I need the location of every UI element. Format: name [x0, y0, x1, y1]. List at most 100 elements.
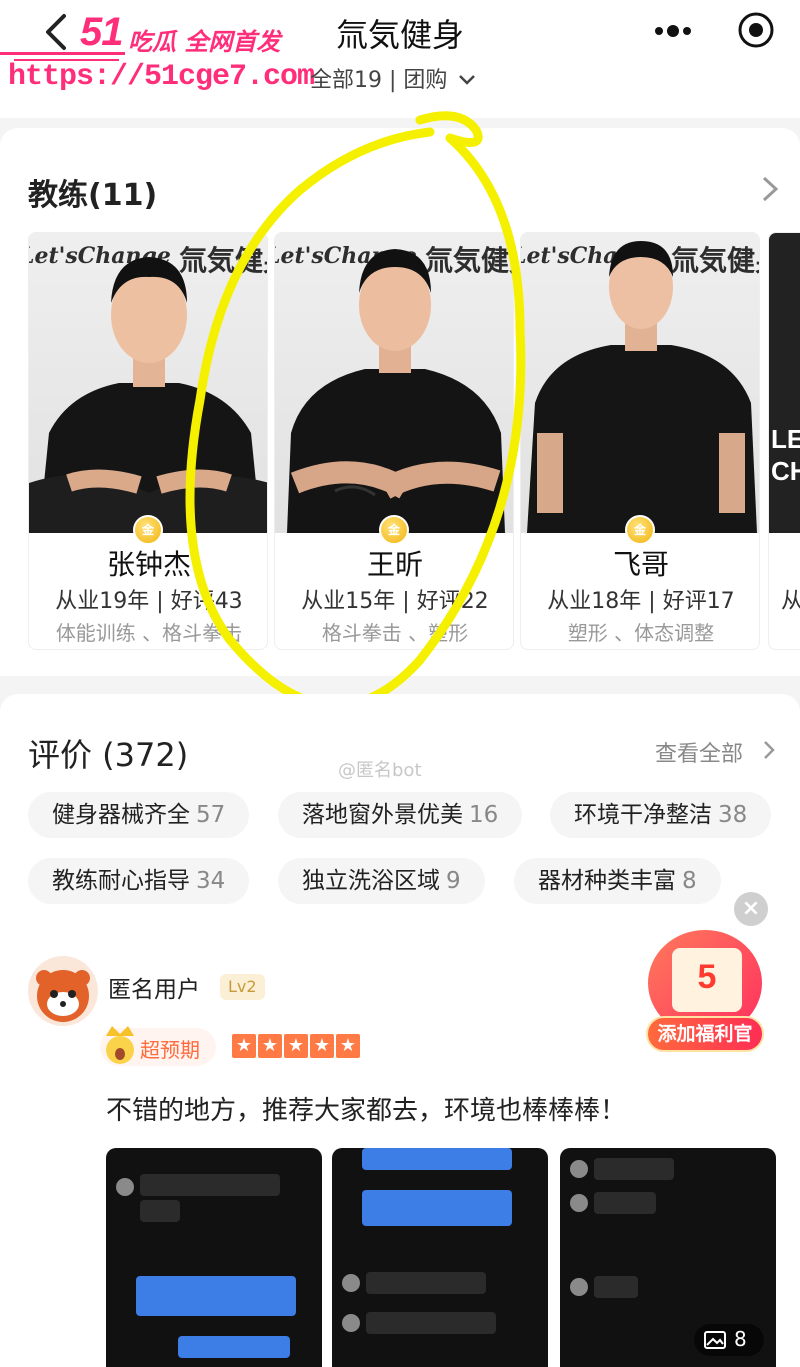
wall-slogan: LE CH	[771, 424, 800, 486]
subtitle-text: 全部19 | 团购	[310, 68, 448, 93]
chat-bubble	[140, 1174, 280, 1196]
chevron-down-icon	[459, 75, 476, 85]
coach-name: 王昕	[366, 548, 423, 581]
chat-bubble	[136, 1276, 296, 1316]
red-panda-avatar-icon	[36, 970, 90, 1022]
chat-bubble	[178, 1336, 290, 1358]
review-tag[interactable]: 独立洗浴区域 9	[278, 858, 485, 904]
star-icon: ★	[336, 1034, 360, 1058]
star-icon: ★	[232, 1034, 256, 1058]
coach-figure	[527, 241, 757, 533]
star-icon: ★	[258, 1034, 282, 1058]
chat-bubble	[594, 1158, 674, 1180]
coach-stats: 从业15年 | 好评22	[301, 589, 489, 614]
coach-tags: 体能训练 、格斗拳击	[55, 621, 243, 645]
review-tag[interactable]: 落地窗外景优美 16	[278, 792, 523, 838]
tag-count: 16	[469, 802, 499, 828]
expectation-text: 超预期	[140, 1038, 200, 1062]
coach-card-3[interactable]: Let'sChange 氚気健身 金 飞哥 从业18年 | 好评17 塑形 、体…	[520, 232, 760, 650]
photo-count-badge[interactable]: 8	[694, 1324, 764, 1356]
coach-tags: 格斗拳击 、塑形	[321, 621, 469, 645]
tag-label: 器材种类丰富	[538, 868, 676, 894]
tag-count: 34	[196, 868, 226, 894]
coach-photo	[769, 233, 800, 533]
coach-card-2[interactable]: Let'sChange 氚気健身 金 王昕 从业15年 | 好评22 格斗拳击 …	[274, 232, 514, 650]
expectation-badge: 超预期	[100, 1026, 216, 1066]
rating-stars: ★ ★ ★ ★ ★	[232, 1034, 362, 1060]
chat-bubble	[362, 1190, 512, 1226]
reviews-title: 评价 (372)	[28, 736, 189, 774]
coach-section-title: 教练(11)	[28, 178, 158, 213]
chat-avatar	[342, 1314, 360, 1332]
welfare-amount: 5	[697, 958, 717, 996]
coach-tags: 塑形 、体态调整	[567, 621, 715, 645]
coach-photo: Let'sChange 氚気健身	[275, 233, 513, 533]
star-icon: ★	[284, 1034, 308, 1058]
level-badge: Lv2	[220, 974, 265, 1000]
review-tag[interactable]: 教练耐心指导 34	[28, 858, 250, 904]
chat-avatar	[570, 1160, 588, 1178]
coach-name: 飞哥	[612, 548, 669, 581]
chat-bubble	[366, 1272, 486, 1294]
chat-bubble	[594, 1192, 656, 1214]
welfare-button[interactable]: 添加福利官	[646, 1016, 764, 1052]
store-title: 氚気健身	[336, 16, 465, 54]
star-icon: ★	[310, 1034, 334, 1058]
chat-avatar	[570, 1278, 588, 1296]
coach-name: 张钟杰	[106, 548, 191, 581]
chat-avatar	[570, 1194, 588, 1212]
watermark-slogan: 吃瓜 全网首发	[128, 28, 281, 56]
review-photo-1[interactable]	[106, 1148, 322, 1367]
chat-avatar	[342, 1274, 360, 1292]
chat-avatar	[116, 1178, 134, 1196]
tag-count: 38	[718, 802, 748, 828]
more-options-icon[interactable]	[650, 16, 696, 46]
coach-stats: 从业18年 | 好评17	[547, 589, 735, 614]
red-packet-icon: 5	[672, 948, 742, 1012]
reviewer-name[interactable]: 匿名用户	[108, 970, 200, 1004]
close-miniprogram-icon[interactable]	[736, 10, 776, 50]
close-icon[interactable]: ×	[734, 892, 768, 926]
gold-medal-icon: 金	[133, 515, 163, 545]
coach-photo: Let'sChange 氚気健身	[521, 233, 759, 533]
review-tag[interactable]: 健身器械齐全 57	[28, 792, 250, 838]
source-watermark: @匿名bot	[338, 760, 422, 781]
tag-count: 8	[682, 868, 697, 894]
watermark-url: https://51cge7.com	[8, 60, 315, 94]
review-tag[interactable]: 环境干净整洁 38	[550, 792, 772, 838]
view-all-link[interactable]: 查看全部	[655, 736, 743, 768]
chat-bubble	[366, 1312, 496, 1334]
review-photo-2[interactable]	[332, 1148, 548, 1367]
crown-face-icon	[106, 1026, 134, 1064]
tag-count: 57	[196, 802, 226, 828]
chat-bubble	[362, 1148, 512, 1170]
gold-medal-icon: 金	[625, 515, 655, 545]
gold-medal-icon: 金	[379, 515, 409, 545]
chat-bubble	[140, 1200, 180, 1222]
coach-card-1[interactable]: Let'sChange 氚気健身 金 张钟杰 从业19年 | 好评43 体能训练…	[28, 232, 268, 650]
chevron-right-icon[interactable]	[762, 738, 776, 762]
review-text: 不错的地方，推荐大家都去，环境也棒棒棒！	[106, 1096, 627, 1126]
coach-section: 教练(11) Let'sChange 氚気健身 金 张钟杰 从业19年 | 好评…	[0, 128, 800, 676]
tag-label: 环境干净整洁	[574, 802, 712, 828]
review-tag[interactable]: 器材种类丰富 8	[514, 858, 721, 904]
chevron-right-icon[interactable]	[760, 174, 780, 204]
tag-label: 落地窗外景优美	[302, 802, 463, 828]
store-subtitle[interactable]: 全部19 | 团购	[310, 62, 476, 94]
photo-count: 8	[734, 1327, 747, 1351]
tag-label: 独立洗浴区域	[302, 868, 440, 894]
avatar[interactable]	[28, 956, 98, 1026]
coach-figure	[287, 249, 505, 533]
tag-label: 教练耐心指导	[52, 868, 190, 894]
tag-label: 健身器械齐全	[52, 802, 190, 828]
watermark-underline	[0, 52, 125, 55]
coach-stats: 从	[781, 583, 800, 615]
coach-card-4-partial[interactable]: LE CH 从	[768, 232, 800, 650]
watermark-number: 51	[80, 10, 123, 54]
coach-figure	[29, 257, 267, 533]
chat-bubble	[594, 1276, 638, 1298]
header: 51 吃瓜 全网首发 https://51cge7.com 氚気健身 全部19 …	[0, 0, 800, 118]
welfare-widget[interactable]: 5 添加福利官	[644, 930, 782, 1056]
back-arrow-icon[interactable]	[38, 10, 78, 54]
tag-count: 9	[446, 868, 461, 894]
